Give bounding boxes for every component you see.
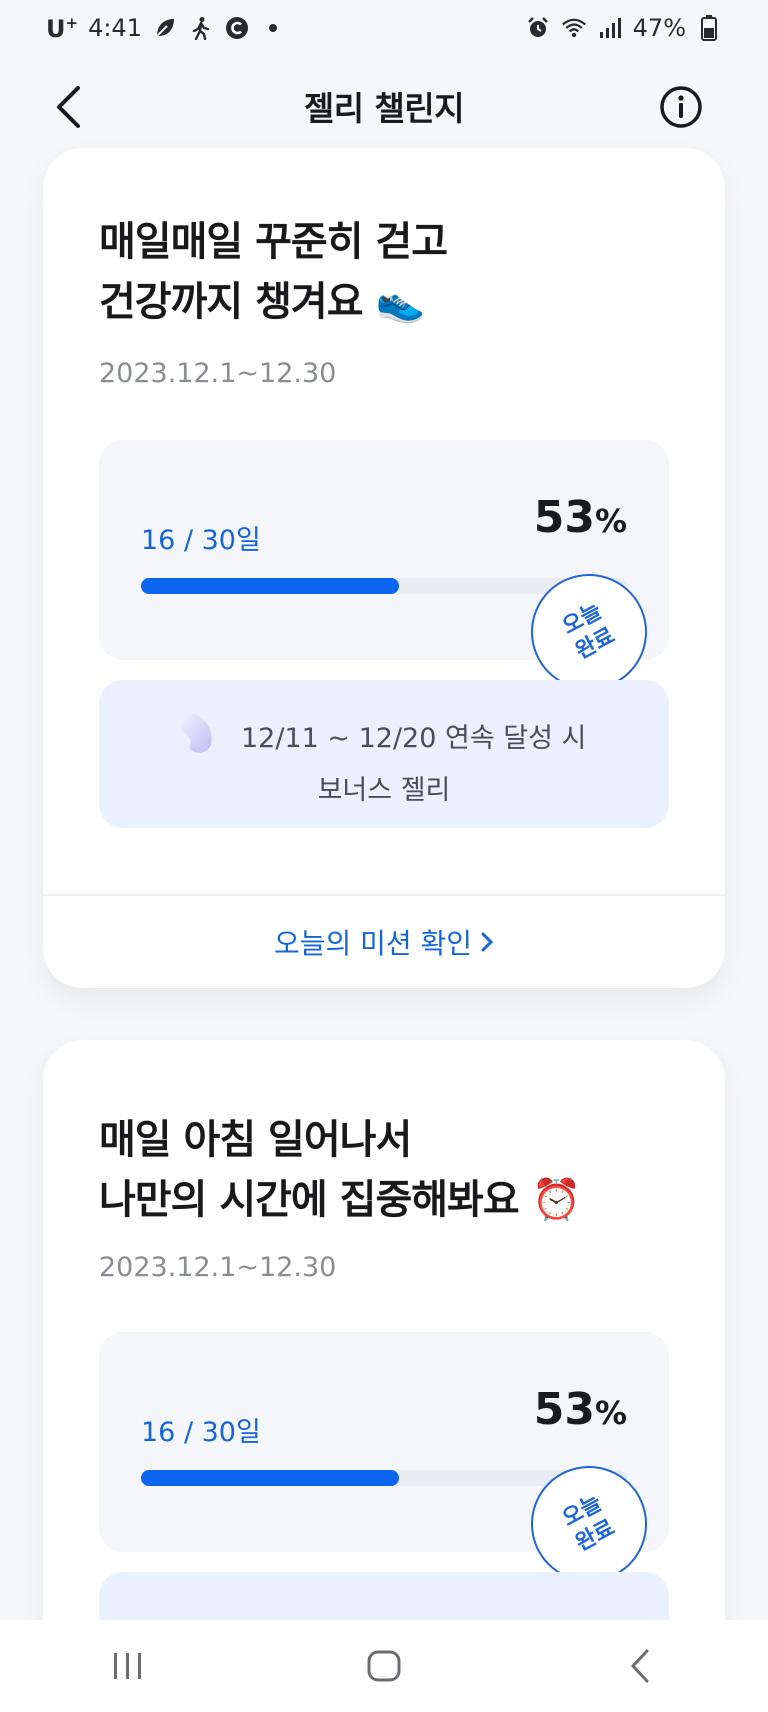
days-count: 16 / 30일	[141, 525, 261, 556]
home-icon	[367, 1650, 401, 1682]
leaf-icon	[152, 15, 178, 41]
c-badge-icon	[224, 15, 250, 41]
recent-apps-button[interactable]	[88, 1636, 168, 1696]
date-range: 2023.12.1~12.30	[99, 1252, 337, 1283]
home-button[interactable]	[344, 1636, 424, 1696]
alarm-clock-icon: ⏰	[531, 1177, 582, 1223]
alarm-icon	[525, 15, 551, 41]
challenge-card[interactable]: 매일 아침 일어나서 나만의 시간에 집중해봐요 ⏰ 2023.12.1~12.…	[43, 1040, 725, 1712]
page-title: 젤리 챌린지	[303, 89, 465, 128]
chevron-left-icon	[57, 86, 80, 128]
card-title: 매일매일 꾸준히 걷고 건강까지 챙겨요 👟	[99, 219, 448, 325]
status-bar: U+ 4:41 47%	[0, 0, 768, 56]
progress-panel: 16 / 30일 53% 오늘 완료	[99, 440, 669, 711]
progress-percent: 53%	[533, 492, 627, 543]
signal-icon	[597, 15, 623, 41]
battery-icon	[696, 15, 722, 41]
progress-fill	[141, 1470, 399, 1486]
progress-fill	[141, 578, 399, 594]
days-count: 16 / 30일	[141, 1417, 261, 1448]
info-icon	[660, 86, 702, 128]
battery-percent: 47%	[632, 14, 686, 42]
challenge-card[interactable]: 매일매일 꾸준히 걷고 건강까지 챙겨요 👟 2023.12.1~12.30 1…	[43, 148, 725, 988]
card-title: 매일 아침 일어나서 나만의 시간에 집중해봐요 ⏰	[99, 1117, 582, 1223]
recent-apps-icon	[114, 1653, 141, 1679]
info-button[interactable]	[658, 84, 704, 130]
bonus-condition: 12/11 ~ 12/20 연속 달성 시	[241, 723, 587, 754]
dot-icon	[260, 15, 286, 41]
carrier-label: U+	[46, 13, 79, 43]
jelly-bean-icon	[179, 713, 212, 753]
today-mission-link[interactable]: 오늘의 미션 확인	[43, 896, 725, 988]
sneaker-icon: 👟	[375, 279, 425, 325]
wifi-icon	[561, 15, 587, 41]
date-range: 2023.12.1~12.30	[99, 358, 337, 389]
app-header: 젤리 챌린지	[0, 56, 768, 156]
walking-icon	[188, 15, 214, 41]
progress-panel: 16 / 30일 53% 오늘 완료	[99, 1332, 669, 1603]
bonus-reward: 보너스 젤리	[317, 775, 451, 806]
back-nav-icon	[630, 1649, 649, 1683]
system-nav-bar	[0, 1620, 768, 1712]
progress-percent: 53%	[533, 1384, 627, 1435]
bonus-panel: 12/11 ~ 12/20 연속 달성 시 보너스 젤리	[99, 680, 669, 828]
back-button[interactable]	[48, 82, 88, 132]
back-nav-button[interactable]	[600, 1636, 680, 1696]
chevron-right-icon	[481, 932, 494, 952]
status-time: 4:41	[88, 14, 142, 42]
